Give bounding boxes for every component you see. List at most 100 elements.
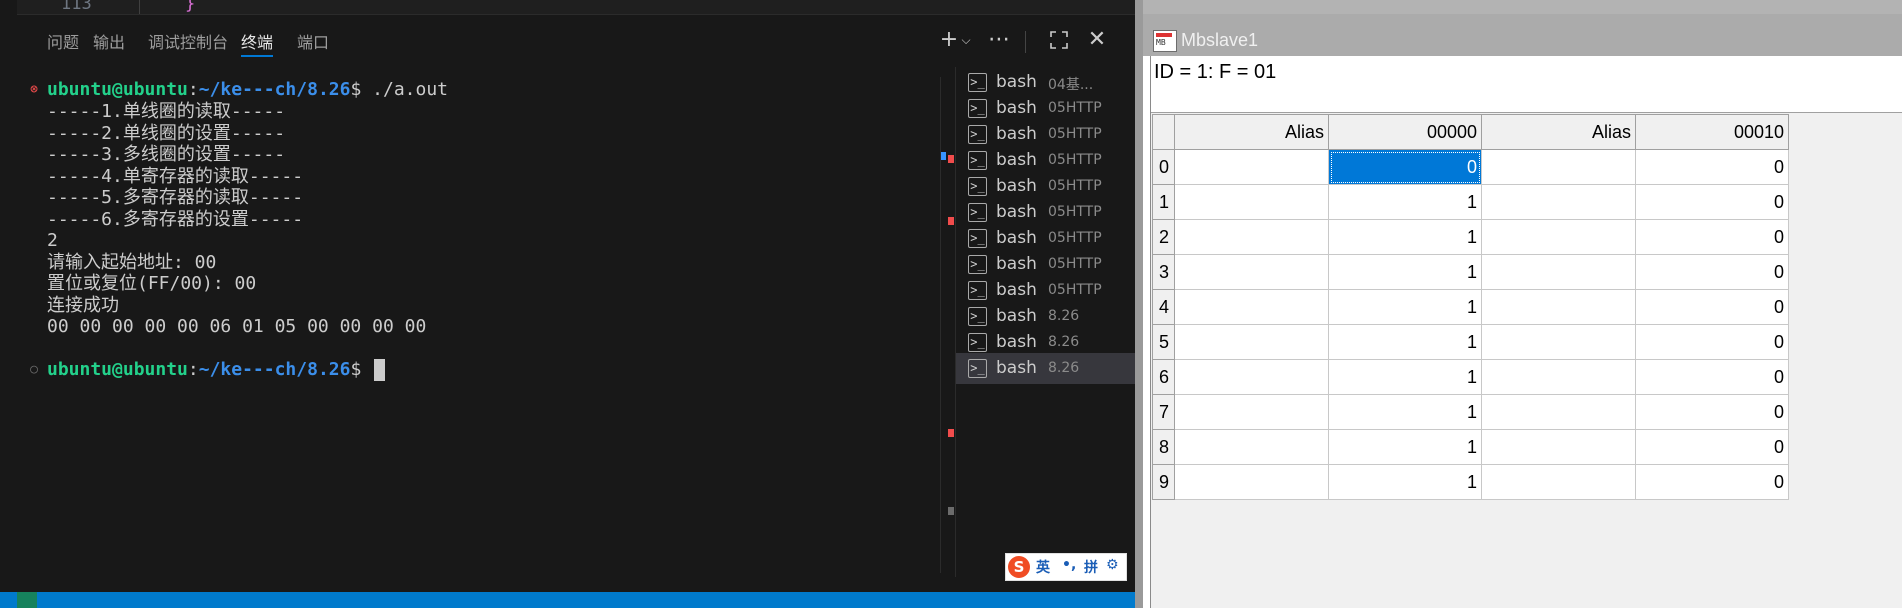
terminal-line: 00 00 00 00 00 06 01 05 00 00 00 00 (47, 316, 427, 337)
value-cell[interactable]: 0 (1635, 359, 1789, 395)
scroll-marker (948, 507, 954, 515)
value-cell[interactable]: 0 (1635, 184, 1789, 220)
terminal-prompt-line: ubuntu@ubuntu:~/ke---ch/8.26$ (47, 357, 386, 383)
value-cell[interactable]: 0 (1635, 394, 1789, 430)
prompt-user: ubuntu@ubuntu (47, 79, 188, 100)
value-cell[interactable]: 1 (1328, 324, 1482, 360)
toolbar-divider (1025, 31, 1026, 53)
slave-info-header: ID = 1: F = 01 (1151, 56, 1902, 113)
alias-cell[interactable] (1174, 324, 1329, 360)
alias-cell[interactable] (1481, 289, 1636, 325)
ime-mode[interactable]: 拼 (1084, 557, 1098, 577)
value-cell[interactable]: 0 (1635, 429, 1789, 465)
alias-cell[interactable] (1174, 184, 1329, 220)
value-cell[interactable]: 0 (1635, 254, 1789, 290)
grid-corner (1152, 114, 1175, 150)
column-header: 00000 (1328, 114, 1482, 150)
terminal-session-item[interactable]: >_ bash 8.26 (956, 353, 1135, 384)
table-row: 5 1 0 (1152, 324, 1789, 360)
value-cell[interactable]: 1 (1328, 464, 1482, 500)
alias-cell[interactable] (1481, 464, 1636, 500)
tab-output[interactable]: 输出 (93, 29, 125, 55)
alias-cell[interactable] (1481, 219, 1636, 255)
chevron-down-icon[interactable]: ⌵ (959, 27, 973, 53)
value-cell-selected[interactable]: 0 (1328, 149, 1482, 185)
editor-area[interactable]: 113 } (17, 0, 1135, 14)
row-header: 2 (1152, 219, 1175, 255)
row-header: 3 (1152, 254, 1175, 290)
alias-cell[interactable] (1481, 254, 1636, 290)
vscode-window: 113 } 问题 输出 调试控制台 终端 端口 + ⌵ ⋯ ✕ ⊗ ubuntu… (0, 0, 1135, 608)
ime-punctuation[interactable]: •, (1062, 557, 1076, 573)
scroll-marker (948, 429, 954, 437)
alias-cell[interactable] (1481, 394, 1636, 430)
table-row: 1 1 0 (1152, 184, 1789, 220)
alias-cell[interactable] (1174, 359, 1329, 395)
prompt-path: ~/ke---ch/8.26 (198, 79, 351, 100)
alias-cell[interactable] (1174, 464, 1329, 500)
tab-terminal[interactable]: 终端 (241, 29, 274, 57)
value-cell[interactable]: 1 (1328, 184, 1482, 220)
terminal-icon: >_ (968, 125, 987, 144)
bottom-panel: 问题 输出 调试控制台 终端 端口 + ⌵ ⋯ ✕ ⊗ ubuntu@ubunt… (17, 14, 1135, 593)
alias-cell[interactable] (1481, 429, 1636, 465)
close-icon[interactable]: ✕ (1085, 27, 1109, 53)
ellipsis-icon[interactable]: ⋯ (987, 27, 1011, 53)
plus-icon[interactable]: + (939, 27, 959, 53)
sogou-logo-icon: S (1008, 556, 1030, 578)
tab-debug-console[interactable]: 调试控制台 (148, 29, 228, 55)
table-row: 4 1 0 (1152, 289, 1789, 325)
value-cell[interactable]: 1 (1328, 289, 1482, 325)
alias-cell[interactable] (1174, 219, 1329, 255)
slave-id-function: ID = 1: F = 01 (1154, 61, 1277, 83)
terminal-icon: >_ (968, 255, 987, 274)
value-cell[interactable]: 1 (1328, 394, 1482, 430)
row-header: 5 (1152, 324, 1175, 360)
scroll-marker (948, 155, 954, 163)
line-number: 113 (61, 0, 92, 14)
terminal-output[interactable]: ⊗ ubuntu@ubuntu:~/ke---ch/8.26$ ./a.out … (17, 77, 937, 577)
value-cell[interactable]: 0 (1635, 149, 1789, 185)
gear-icon[interactable]: ⚙ (1106, 557, 1119, 573)
tab-problems[interactable]: 问题 (47, 29, 79, 55)
alias-cell[interactable] (1174, 254, 1329, 290)
mbslave-app-icon: MB (1153, 30, 1177, 52)
alias-cell[interactable] (1481, 149, 1636, 185)
alias-cell[interactable] (1174, 289, 1329, 325)
row-header: 6 (1152, 359, 1175, 395)
table-row: 8 1 0 (1152, 429, 1789, 465)
maximize-icon[interactable] (1047, 27, 1071, 56)
scroll-marker (948, 217, 954, 225)
value-cell[interactable]: 0 (1635, 464, 1789, 500)
terminal-icon: >_ (968, 73, 987, 92)
table-row: 9 1 0 (1152, 464, 1789, 500)
code-text: } (185, 0, 196, 14)
ime-language[interactable]: 英 (1036, 557, 1050, 577)
alias-cell[interactable] (1481, 359, 1636, 395)
terminal-scrollbar[interactable] (940, 77, 955, 573)
terminal-session-list: >_ bash 04基... >_ bash 05HTTP >_ bash 05HTTP >… (955, 67, 1135, 577)
remote-indicator[interactable] (17, 592, 37, 608)
value-cell[interactable]: 1 (1328, 429, 1482, 465)
register-grid: Alias 00000 Alias 00010 000 110 210 310 … (1152, 114, 1789, 500)
value-cell[interactable]: 0 (1635, 289, 1789, 325)
alias-cell[interactable] (1174, 394, 1329, 430)
alias-cell[interactable] (1481, 324, 1636, 360)
value-cell[interactable]: 1 (1328, 254, 1482, 290)
row-header: 7 (1152, 394, 1175, 430)
tab-ports[interactable]: 端口 (297, 29, 329, 55)
alias-cell[interactable] (1481, 184, 1636, 220)
alias-cell[interactable] (1174, 149, 1329, 185)
terminal-icon: >_ (968, 281, 987, 300)
value-cell[interactable]: 1 (1328, 219, 1482, 255)
terminal-icon: >_ (968, 229, 987, 248)
error-status-icon: ⊗ (30, 82, 38, 97)
ime-toolbar[interactable]: S 英 •, 拼 ⚙ (1005, 553, 1127, 581)
value-cell[interactable]: 0 (1635, 219, 1789, 255)
value-cell[interactable]: 1 (1328, 359, 1482, 395)
mdi-title-bar[interactable]: MB Mbslave1 (1143, 0, 1902, 56)
scroll-marker (941, 152, 946, 160)
terminal-icon: >_ (968, 359, 987, 378)
value-cell[interactable]: 0 (1635, 324, 1789, 360)
alias-cell[interactable] (1174, 429, 1329, 465)
